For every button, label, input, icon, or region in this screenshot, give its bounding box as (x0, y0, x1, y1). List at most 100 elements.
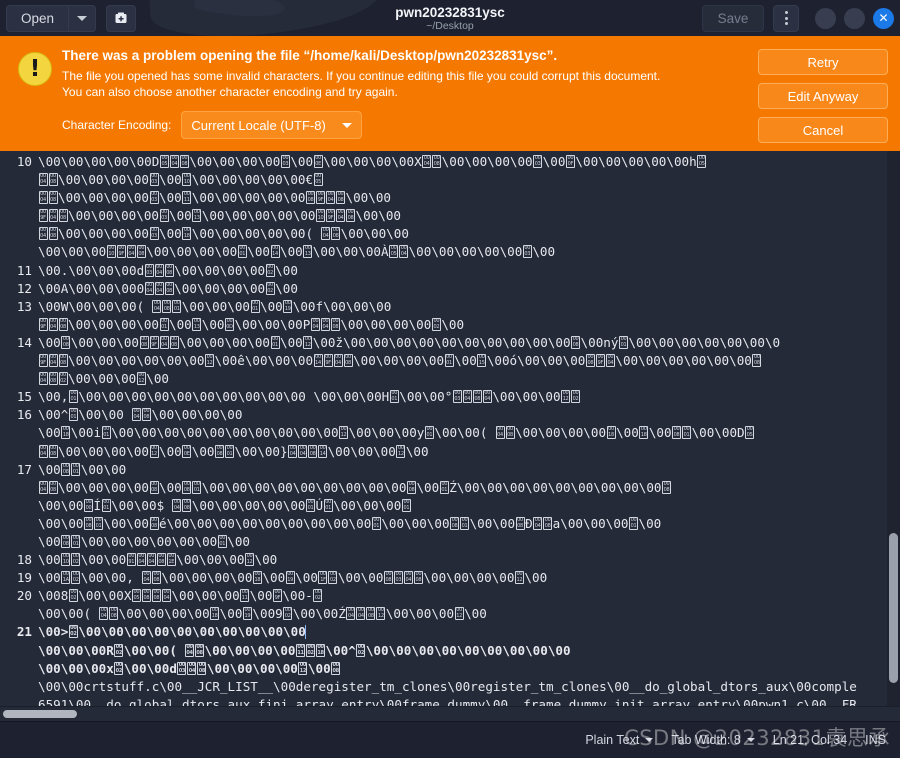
warning-title: There was a problem opening the file “/h… (62, 48, 558, 63)
line-content: 00 04 00 08 \00\00\00\00 00 03 \00 00 18 \00\00\00… (38, 226, 409, 242)
editor-line: \00\00\00 00 10 00 9F 00 04 00 08 \00\00\00\00 00 0… (0, 243, 900, 261)
control-character-glyph: 00 08 (585, 354, 595, 368)
control-character-glyph: 00 18 (210, 607, 220, 621)
control-character-glyph: 00 02 (328, 571, 338, 585)
line-content: 00 9F 00 04 00 08 \00\00\00\00 00 01 \00 00 13 \00 00… (38, 316, 465, 332)
control-character-glyph: 00 08 (149, 516, 159, 530)
control-character-glyph: 00 08 (450, 516, 460, 530)
control-character-glyph: 00 01 (101, 426, 111, 440)
open-button[interactable]: Open (6, 4, 68, 32)
warning-message-body: There was a problem opening the file “/h… (56, 46, 758, 151)
line-number: 12 (16, 280, 32, 296)
control-character-glyph: 00 01 (306, 498, 315, 512)
control-character-glyph: 00 19 (285, 571, 295, 585)
control-character-glyph: 00 08 (151, 589, 161, 603)
control-character-glyph: 00 12 (149, 444, 159, 458)
control-character-glyph: 00 03 (533, 155, 543, 168)
control-character-glyph: 00 0E (182, 444, 192, 458)
control-character-glyph: 00 04 (298, 444, 308, 458)
line-number: 11 (16, 262, 32, 278)
text-document[interactable]: 10 \00\00\00\00\00D 00 05 00 04 00 08 \00\00\00\… (0, 151, 900, 706)
line-content: 00 04 00 08 \00\00\00\00 00 08 \00 00 08 00 01 \00\0… (38, 479, 672, 495)
control-character-glyph: 00 04 (325, 191, 335, 205)
hamburger-menu-button[interactable] (773, 4, 799, 32)
control-character-glyph: 00 08 (58, 354, 68, 368)
chevron-down-icon (77, 15, 87, 21)
warning-icon-container: ! (14, 46, 56, 151)
minimize-button[interactable] (815, 7, 836, 29)
maximize-button[interactable] (844, 7, 865, 29)
control-character-glyph: 00 1A (61, 571, 71, 585)
control-character-glyph: 00 04 (422, 155, 432, 168)
status-bar: Plain Text Tab Width: 8 Ln 21, Col 34 IN… (0, 721, 900, 758)
control-character-glyph: 00 04 (161, 589, 171, 603)
control-character-glyph: 00 12 (514, 571, 524, 585)
control-character-glyph: 00 04 (48, 209, 58, 223)
control-character-glyph: 00 01 (628, 516, 638, 530)
control-character-glyph: 00 01 (101, 498, 111, 512)
insert-mode-label: INS (865, 733, 886, 747)
control-character-glyph: 00 19 (283, 299, 293, 313)
editor-line: 6591\00__do_global_dtors_aux_fini_array_… (0, 696, 900, 706)
control-character-glyph: 00 01 (389, 390, 399, 404)
control-character-glyph: 00 08 (305, 191, 315, 205)
tab-width-selector[interactable]: Tab Width: 8 (671, 733, 755, 747)
edit-anyway-button[interactable]: Edit Anyway (758, 83, 888, 109)
editor-area[interactable]: 10 \00\00\00\00\00D 00 05 00 04 00 08 \00\00\00\… (0, 151, 900, 706)
control-character-glyph: 00 0E (313, 155, 323, 168)
titlebar-right-group: Save ✕ (702, 4, 894, 32)
control-character-glyph: 00 08 (48, 191, 58, 205)
control-character-glyph: 00 05 (745, 426, 755, 440)
control-character-glyph: 00 04 (99, 607, 109, 621)
line-content: \00\00\00 00 10 00 9F 00 04 00 08 \00\00\00\00 00 0… (38, 244, 556, 260)
editor-line: \00\00crtstuff.c\00__JCR_LIST__\00deregi… (0, 678, 900, 696)
cancel-button[interactable]: Cancel (758, 117, 888, 143)
vertical-scrollbar-thumb[interactable] (889, 533, 898, 683)
control-character-glyph: 00 08 (432, 155, 442, 168)
line-content: 00 9F 00 04 00 08 \00\00\00\00\00\00 00 12 \00ê\0… (38, 353, 762, 369)
editor-line: 00 9F 00 04 00 08 \00\00\00\00 00 03 \00 00 13 \00\0… (0, 207, 900, 225)
open-dropdown-button[interactable] (68, 4, 96, 32)
save-button[interactable]: Save (702, 4, 764, 32)
control-character-glyph: 00 04 (187, 661, 197, 675)
control-character-glyph: 00 9F (38, 209, 48, 223)
control-character-glyph: 00 08 (571, 335, 581, 349)
control-character-glyph: 00 03 (177, 661, 187, 675)
control-character-glyph: 00 04 (356, 607, 366, 621)
line-number (2, 515, 38, 533)
control-character-glyph: 00 12 (303, 335, 313, 349)
horizontal-scrollbar-track[interactable] (0, 706, 900, 721)
control-character-glyph: 00 08 (169, 335, 179, 349)
close-button[interactable]: ✕ (873, 7, 894, 29)
control-character-glyph: 00 12 (376, 607, 386, 621)
control-character-glyph: 00 08 (151, 571, 161, 585)
control-character-glyph: 00 03 (280, 155, 290, 168)
line-number: 17 (16, 461, 32, 477)
editor-line: 12 \00A\00\00\000 00 04 00 04 00 08 \00\00\00\00… (0, 280, 900, 298)
control-character-glyph: 00 04 (310, 317, 320, 331)
line-number: 16 (16, 407, 32, 423)
control-character-glyph: 00 08 (308, 444, 318, 458)
control-character-glyph: 00 02 (68, 589, 78, 603)
line-number (2, 696, 38, 706)
character-encoding-select[interactable]: Current Locale (UTF-8) (181, 111, 362, 139)
retry-button[interactable]: Retry (758, 49, 888, 75)
vertical-scrollbar-track[interactable] (887, 151, 900, 706)
control-character-glyph: 00 04 (38, 372, 48, 386)
line-content: 00 04 00 08 \00\00\00\00 00 03 \00 00 10 \00\00\00… (38, 172, 323, 188)
line-content: \00 00 10 00 02 \00\00 00 91 00 04 00 04 00 08 00 1E \00… (38, 552, 278, 568)
control-character-glyph: 00 10 (61, 553, 71, 567)
line-number (2, 443, 38, 461)
control-character-glyph: 00 01 (270, 335, 280, 349)
control-character-glyph: 00 08 (331, 661, 341, 675)
new-document-button[interactable] (106, 4, 136, 32)
control-character-glyph: 00 10 (106, 245, 116, 259)
control-character-glyph: 00 03 (149, 227, 159, 241)
editor-line: \00\00 00 00 Í 00 01 \00\00$ 00 04 00 08 \00\00\00… (0, 497, 900, 515)
line-content: \00\00\00\00\00D 00 05 00 04 00 08 \00\00\00\00… (38, 154, 707, 169)
control-character-glyph: 00 0F (565, 155, 575, 168)
language-selector[interactable]: Plain Text (585, 733, 654, 747)
horizontal-scrollbar-thumb[interactable] (3, 710, 77, 718)
line-content: \00 00 18 \00i 00 01 \00\00\00\00\00\00\00\00\… (38, 425, 755, 441)
control-character-glyph: 00 08 (515, 516, 525, 530)
